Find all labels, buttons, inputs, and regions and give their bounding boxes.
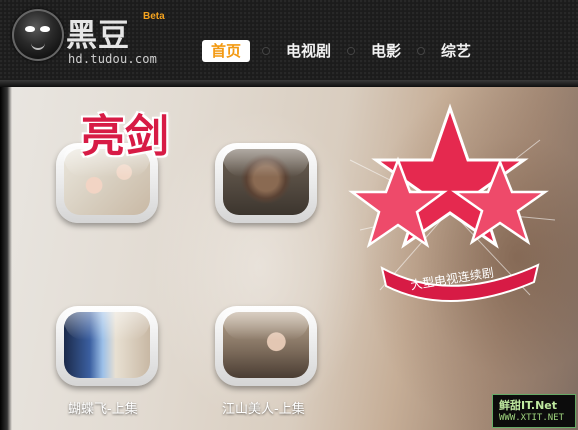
video-thumbnail[interactable] [215, 143, 317, 223]
thumbnail-caption[interactable]: 江山美人-上集 [222, 398, 305, 417]
promo-title[interactable]: 亮剑 [50, 100, 200, 164]
thumbnail-gloss [64, 312, 150, 340]
main-nav: 首页 电视剧 电影 综艺 [202, 40, 475, 62]
beta-badge: Beta [143, 11, 165, 22]
nav-movies[interactable]: 电影 [367, 40, 405, 62]
header-divider [0, 80, 578, 87]
site-domain: hd.tudou.com [68, 52, 158, 66]
nav-separator-dot [417, 47, 426, 55]
heidou-logo-icon[interactable] [12, 9, 64, 61]
logo-right-eye [40, 26, 50, 32]
nav-separator-dot [262, 47, 271, 55]
logo-left-eye [25, 26, 35, 32]
thumbnail-caption[interactable]: 蝴蝶飞-上集 [68, 398, 138, 417]
video-thumbnail-butterfly[interactable] [56, 306, 158, 386]
nav-variety[interactable]: 综艺 [437, 40, 475, 62]
thumbnail-gloss [223, 312, 309, 340]
logo-wordmark[interactable]: 黑豆 [66, 10, 130, 55]
logo-mouth [31, 43, 45, 50]
nav-tv-series[interactable]: 电视剧 [282, 40, 335, 62]
video-thumbnail-jiangshan[interactable] [215, 306, 317, 386]
thumbnail-gloss [223, 149, 309, 177]
nav-home[interactable]: 首页 [202, 40, 251, 62]
watermark-title: 鲜甜IT.Net [499, 399, 558, 412]
nav-separator-dot [347, 47, 356, 55]
stage-left-shadow [0, 87, 12, 430]
site-watermark: 鲜甜IT.Net WWW.XTIT.NET [492, 394, 576, 428]
watermark-url: WWW.XTIT.NET [499, 413, 565, 423]
